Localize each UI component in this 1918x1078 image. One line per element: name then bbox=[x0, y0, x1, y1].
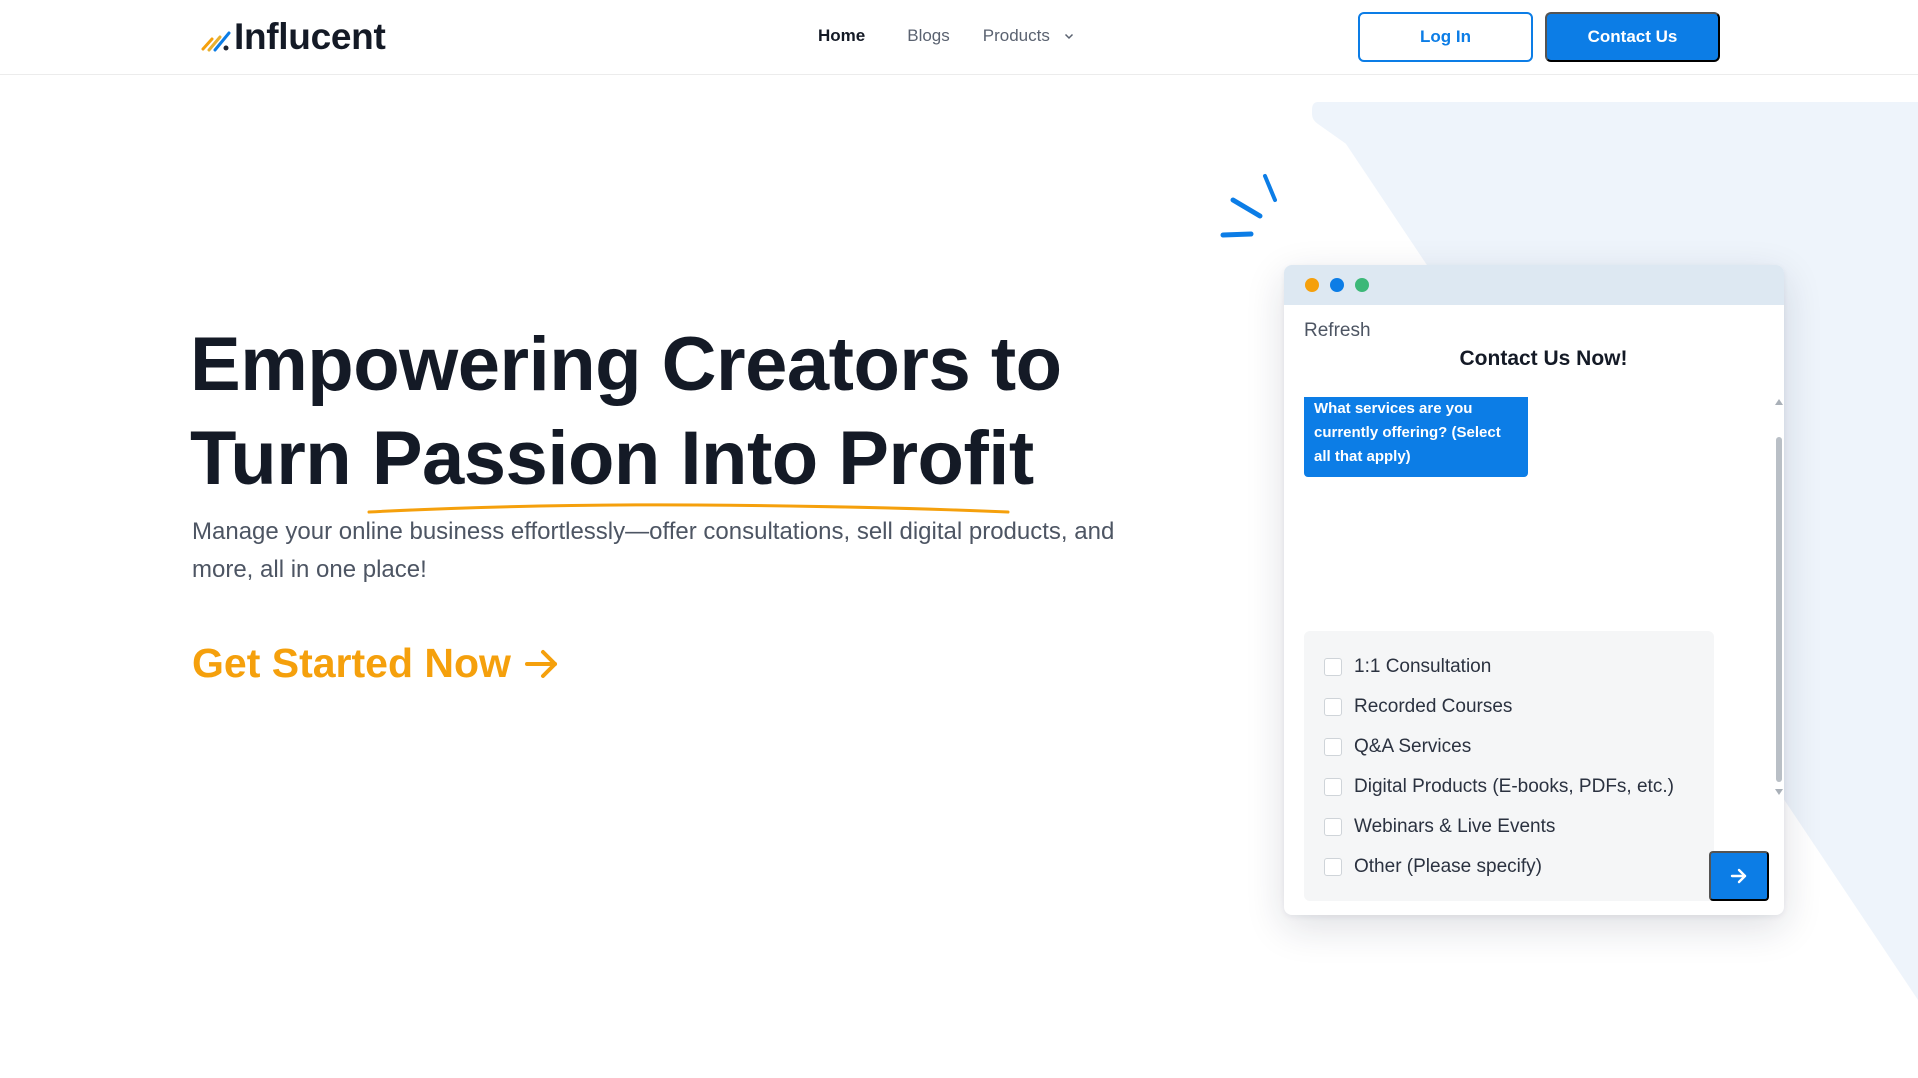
window-dot-orange bbox=[1305, 278, 1319, 292]
option-digital-products[interactable]: Digital Products (E-books, PDFs, etc.) bbox=[1304, 767, 1714, 807]
submit-answer-button[interactable] bbox=[1709, 851, 1769, 901]
hero-highlight-text: Passion Into Profit bbox=[371, 416, 1034, 501]
checkbox[interactable] bbox=[1324, 818, 1342, 836]
checkbox[interactable] bbox=[1324, 658, 1342, 676]
arrow-right-icon bbox=[524, 649, 557, 678]
scroll-thumb[interactable] bbox=[1776, 437, 1782, 782]
login-button[interactable]: Log In bbox=[1358, 12, 1533, 62]
window-dot-blue bbox=[1330, 278, 1344, 292]
brand-logo[interactable]: Influcent bbox=[200, 16, 386, 58]
scroll-down-arrow-icon[interactable] bbox=[1775, 789, 1783, 795]
contact-us-button[interactable]: Contact Us bbox=[1545, 12, 1720, 62]
nav-products-label: Products bbox=[982, 26, 1050, 45]
hero-subtitle: Manage your online business effortlessly… bbox=[192, 518, 1115, 583]
refresh-link[interactable]: Refresh bbox=[1304, 320, 1371, 342]
checkbox[interactable] bbox=[1324, 738, 1342, 756]
option-label: 1:1 Consultation bbox=[1354, 656, 1492, 677]
scroll-up-arrow-icon[interactable] bbox=[1775, 399, 1783, 405]
service-options-list: 1:1 Consultation Recorded Courses Q&A Se… bbox=[1304, 631, 1714, 901]
nav-products-dropdown[interactable]: Products bbox=[983, 26, 1075, 46]
chevron-down-icon bbox=[1064, 33, 1073, 40]
chat-question-bubble: What services are you currently offering… bbox=[1304, 397, 1528, 477]
hero-headline-line1: Empowering Creators to bbox=[190, 322, 1062, 407]
option-label: Other (Please specify) bbox=[1354, 856, 1542, 877]
window-titlebar bbox=[1284, 265, 1784, 305]
sparkle-decoration-icon bbox=[1220, 174, 1277, 238]
option-recorded-courses[interactable]: Recorded Courses bbox=[1304, 687, 1714, 727]
get-started-link[interactable]: Get Started Now bbox=[192, 640, 561, 687]
arrow-right-icon bbox=[1730, 868, 1747, 884]
window-dot-green bbox=[1355, 278, 1369, 292]
hero-headline-line2: Turn Passion Into Profit bbox=[190, 412, 1110, 514]
checkbox[interactable] bbox=[1324, 778, 1342, 796]
contact-card-title: Contact Us Now! bbox=[1459, 347, 1628, 370]
option-label: Digital Products (E-books, PDFs, etc.) bbox=[1354, 776, 1674, 797]
contact-form-card: Refresh Contact Us Now! What services ar… bbox=[1284, 265, 1784, 915]
option-qa-services[interactable]: Q&A Services bbox=[1304, 727, 1714, 767]
hero-headline-prefix: Turn bbox=[190, 416, 372, 501]
nav-blogs-link[interactable]: Blogs bbox=[907, 26, 950, 46]
option-label: Recorded Courses bbox=[1354, 696, 1513, 717]
hero-headline: Empowering Creators to Turn Passion Into… bbox=[190, 318, 1110, 514]
hero-headline-highlight: Passion Into Profit bbox=[367, 412, 1034, 514]
chat-scrollbar[interactable] bbox=[1774, 397, 1784, 797]
checkbox[interactable] bbox=[1324, 858, 1342, 876]
main-nav: Home Blogs Products bbox=[818, 26, 1075, 46]
get-started-label: Get Started Now bbox=[192, 640, 511, 686]
option-label: Q&A Services bbox=[1354, 736, 1472, 757]
checkbox[interactable] bbox=[1324, 698, 1342, 716]
option-consultation[interactable]: 1:1 Consultation bbox=[1304, 647, 1714, 687]
nav-home-link[interactable]: Home bbox=[818, 26, 865, 46]
top-navbar: Influcent Home Blogs Products Log In Con… bbox=[0, 0, 1918, 75]
landing-page: Influcent Home Blogs Products Log In Con… bbox=[0, 0, 1918, 1078]
option-label: Webinars & Live Events bbox=[1354, 816, 1556, 837]
option-webinars[interactable]: Webinars & Live Events bbox=[1304, 807, 1714, 847]
option-other[interactable]: Other (Please specify) bbox=[1304, 847, 1714, 887]
brand-name: Influcent bbox=[234, 16, 386, 57]
logo-mark-icon bbox=[201, 31, 231, 52]
